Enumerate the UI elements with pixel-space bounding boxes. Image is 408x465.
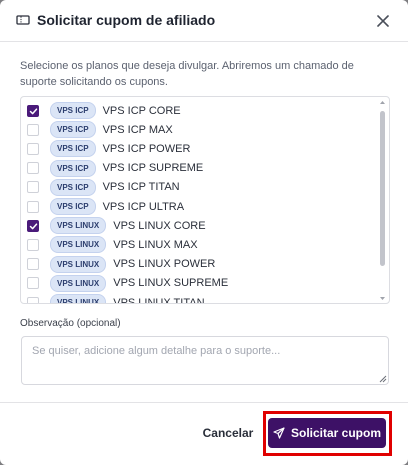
plan-checkbox[interactable] (27, 104, 39, 117)
scroll-down-arrow-icon[interactable] (379, 295, 386, 302)
checkmark-icon (29, 107, 38, 114)
plan-name: VPS ICP MAX (102, 123, 173, 136)
plan-name: VPS LINUX TITAN (113, 296, 205, 304)
plan-checkbox[interactable] (27, 296, 39, 303)
plan-name: VPS ICP TITAN (102, 181, 180, 194)
modal-header: Solicitar cupom de afiliado (0, 0, 408, 42)
plan-checkbox[interactable] (27, 219, 39, 232)
plans-list[interactable]: VPS ICP VPS ICP CORE VPS ICP VPS ICP MAX VPS… (20, 96, 390, 304)
plan-badge: VPS ICP (50, 140, 96, 158)
plan-checkbox[interactable] (27, 200, 39, 213)
resize-handle-icon[interactable] (379, 375, 387, 383)
ticket-icon (16, 15, 30, 25)
cancel-button-label: Cancelar (202, 426, 254, 440)
plan-badge: VPS LINUX (50, 274, 107, 292)
plan-option[interactable]: VPS LINUX VPS LINUX TITAN (27, 293, 367, 304)
plan-checkbox[interactable] (27, 162, 39, 175)
submit-button-label: Solicitar cupom (290, 426, 382, 440)
plan-option[interactable]: VPS ICP VPS ICP TITAN (27, 178, 367, 197)
scroll-up-arrow-icon[interactable] (379, 99, 386, 106)
plan-option[interactable]: VPS LINUX VPS LINUX MAX (27, 235, 367, 254)
plan-checkbox[interactable] (27, 277, 39, 290)
plan-badge: VPS LINUX (50, 236, 107, 254)
plan-checkbox[interactable] (27, 181, 39, 194)
plan-option[interactable]: VPS ICP VPS ICP ULTRA (27, 197, 367, 216)
plan-name: VPS ICP SUPREME (102, 162, 204, 175)
plan-option[interactable]: VPS LINUX VPS LINUX POWER (27, 255, 367, 274)
plan-name: VPS LINUX MAX (113, 238, 198, 251)
scrollbar-thumb[interactable] (380, 111, 385, 266)
plan-option[interactable]: VPS LINUX VPS LINUX SUPREME (27, 274, 367, 293)
send-icon (273, 427, 285, 439)
plan-badge: VPS ICP (50, 178, 96, 196)
plan-badge: VPS ICP (50, 198, 96, 215)
observation-label: Observação (opcional) (20, 318, 121, 329)
plan-checkbox[interactable] (27, 142, 39, 155)
observation-field[interactable] (21, 336, 389, 385)
plan-name: VPS ICP POWER (102, 142, 191, 155)
submit-coupon-button[interactable]: Solicitar cupom (268, 418, 386, 448)
cancel-button[interactable]: Cancelar (194, 419, 262, 447)
plan-badge: VPS ICP (50, 159, 96, 177)
plan-badge: VPS ICP (50, 102, 96, 119)
footer-divider (0, 402, 408, 403)
plan-name: VPS LINUX SUPREME (113, 277, 229, 290)
plan-option[interactable]: VPS ICP VPS ICP CORE (27, 101, 367, 120)
plan-name: VPS LINUX POWER (113, 258, 216, 271)
plan-option[interactable]: VPS ICP VPS ICP MAX (27, 120, 367, 139)
modal-title: Solicitar cupom de afiliado (37, 12, 216, 28)
plan-name: VPS ICP ULTRA (102, 200, 185, 213)
close-icon[interactable] (373, 11, 393, 31)
plan-checkbox[interactable] (27, 258, 39, 271)
plan-name: VPS ICP CORE (102, 104, 181, 117)
checkmark-icon (29, 223, 38, 230)
plan-option[interactable]: VPS LINUX VPS LINUX CORE (27, 216, 367, 235)
plan-name: VPS LINUX CORE (113, 219, 206, 232)
plan-badge: VPS LINUX (50, 217, 107, 235)
plan-checkbox[interactable] (27, 123, 39, 136)
modal-description: Selecione os planos que deseja divulgar.… (20, 60, 354, 88)
plans-scrollbar[interactable] (379, 99, 386, 303)
plan-option[interactable]: VPS ICP VPS ICP POWER (27, 139, 367, 158)
plan-badge: VPS ICP (50, 121, 96, 139)
plan-checkbox[interactable] (27, 238, 39, 251)
plan-badge: VPS LINUX (50, 294, 107, 303)
plan-badge: VPS LINUX (50, 255, 107, 273)
plan-option[interactable]: VPS ICP VPS ICP SUPREME (27, 159, 367, 178)
affiliate-coupon-modal: Solicitar cupom de afiliado Selecione os… (0, 0, 408, 465)
